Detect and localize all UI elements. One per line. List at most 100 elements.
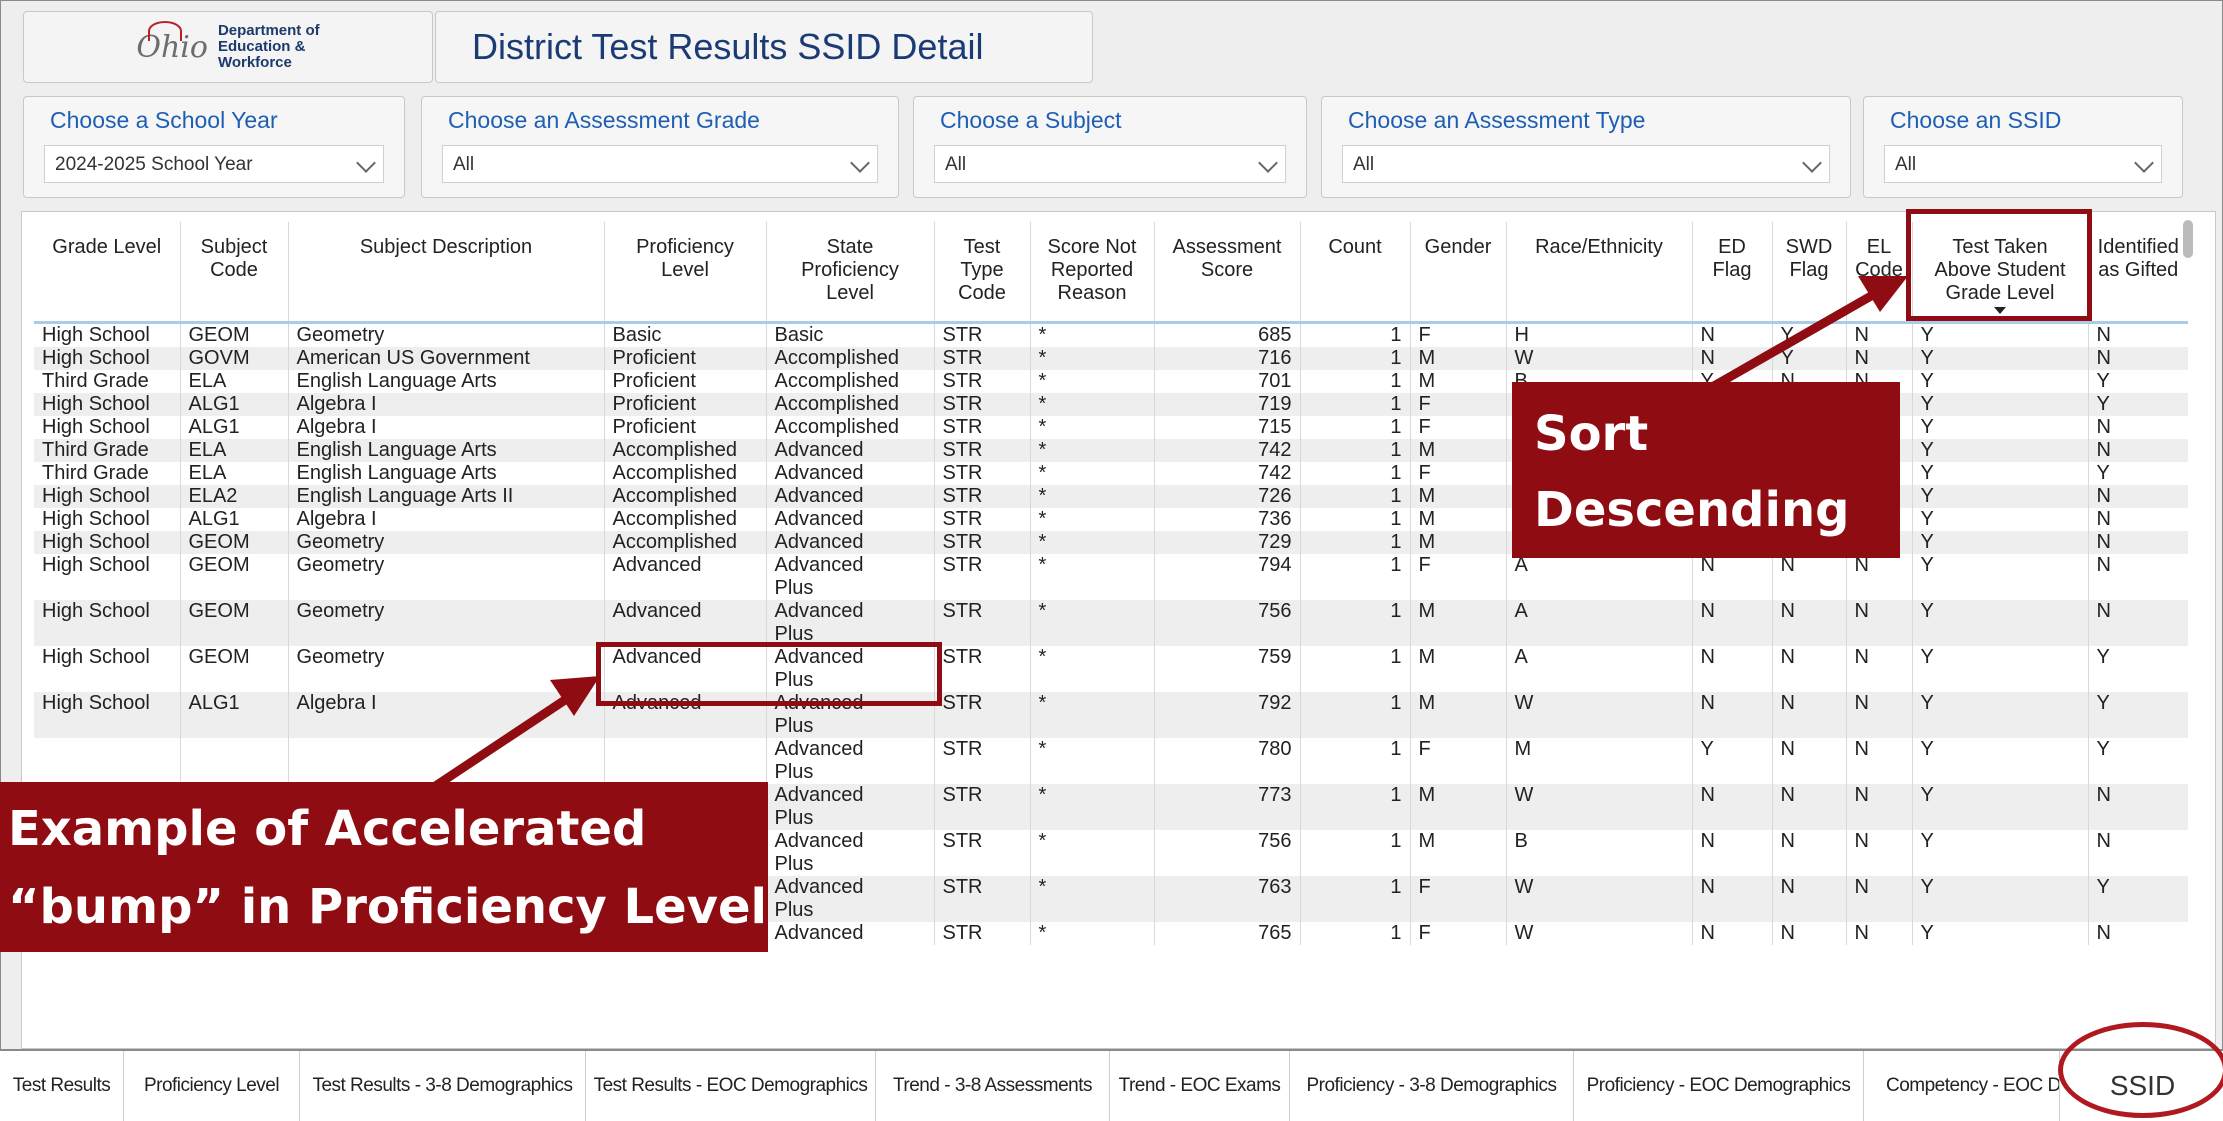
cell-grade-level: High School bbox=[42, 323, 150, 346]
cell-subject-description: Geometry bbox=[287, 553, 604, 600]
cell-state-proficiency-level: Advanced bbox=[765, 507, 934, 531]
tab-trend-eoc-exams[interactable]: Trend - EOC Exams bbox=[1110, 1051, 1290, 1121]
column-header-state-proficiency-level[interactable]: State Proficiency Level bbox=[765, 222, 934, 324]
column-header-assessment-score[interactable]: Assessment Score bbox=[1153, 222, 1300, 324]
cell-subject-code: ALG1 bbox=[179, 507, 288, 531]
cell-count: 1 bbox=[1299, 645, 1410, 692]
chevron-down-icon bbox=[1802, 153, 1822, 173]
cell-assessment-score: 794 bbox=[1153, 553, 1300, 600]
table-row[interactable]: High School GEOM Geometry Advanced Advanced … bbox=[34, 599, 2188, 646]
cell-test-type-code: STR bbox=[933, 553, 1030, 600]
chevron-down-icon bbox=[356, 153, 376, 173]
cell-subject-code: GEOM bbox=[179, 322, 288, 347]
cell-race-ethnicity: W bbox=[1505, 875, 1692, 922]
ssid-dropdown[interactable]: All bbox=[1884, 145, 2162, 183]
cell-ed-flag: N bbox=[1691, 322, 1772, 347]
cell-test-taken-above-grade: Y bbox=[1911, 645, 2088, 692]
table-row[interactable]: High School GEOM Geometry Advanced Advanced … bbox=[34, 645, 2188, 692]
cell-swd-flag: N bbox=[1771, 599, 1846, 646]
cell-assessment-score: 729 bbox=[1153, 530, 1300, 554]
column-header-ed-flag[interactable]: ED Flag bbox=[1691, 222, 1772, 324]
school-year-dropdown[interactable]: 2024-2025 School Year bbox=[44, 145, 384, 183]
column-header-label: State Proficiency Level bbox=[801, 236, 899, 304]
cell-score-not-reported-reason: * bbox=[1029, 392, 1154, 416]
column-header-label: Score Not Reported Reason bbox=[1047, 236, 1137, 304]
cell-gender: M bbox=[1409, 484, 1506, 508]
cell-subject-code: GEOM bbox=[179, 530, 288, 554]
cell-test-taken-above-grade: Y bbox=[1911, 599, 2088, 646]
cell-proficiency-level: Proficient bbox=[603, 415, 766, 439]
column-header-proficiency-level[interactable]: Proficiency Level bbox=[603, 222, 766, 324]
assessment-type-filter-label: Choose an Assessment Type bbox=[1348, 107, 1646, 133]
cell-ed-flag: N bbox=[1691, 645, 1772, 692]
table-row[interactable]: Advanced Plus STR * 780 1 F M Y N N Y Y bbox=[34, 737, 2188, 784]
column-header-gender[interactable]: Gender bbox=[1409, 222, 1506, 324]
cell-el-code: N bbox=[1845, 346, 1912, 370]
cell-gender: M bbox=[1409, 691, 1506, 738]
column-header-el-code[interactable]: EL Code bbox=[1845, 222, 1912, 324]
cell-subject-description: Geometry bbox=[287, 599, 604, 646]
cell-el-code: N bbox=[1845, 645, 1912, 692]
tab-trend-3-8-assessments[interactable]: Trend - 3-8 Assessments bbox=[876, 1051, 1110, 1121]
school-year-value: 2024-2025 School Year bbox=[55, 154, 253, 175]
cell-identified-as-gifted: N bbox=[2087, 322, 2188, 347]
tab-test-results-3-8-demographics[interactable]: Test Results - 3-8 Demographics bbox=[300, 1051, 586, 1121]
subject-dropdown[interactable]: All bbox=[934, 145, 1286, 183]
cell-gender: M bbox=[1409, 369, 1506, 393]
cell-identified-as-gifted: Y bbox=[2087, 392, 2188, 416]
cell-test-taken-above-grade: Y bbox=[1911, 691, 2088, 738]
column-header-test-type-code[interactable]: Test Type Code bbox=[933, 222, 1030, 324]
column-header-race-ethnicity[interactable]: Race/Ethnicity bbox=[1505, 222, 1692, 324]
cell-grade-level: High School bbox=[34, 691, 180, 738]
tab-competency-eoc-demographics[interactable]: Competency - EOC Demographics bbox=[1864, 1051, 2060, 1121]
column-header-grade-level[interactable]: Grade Level bbox=[34, 222, 180, 324]
column-header-swd-flag[interactable]: SWD Flag bbox=[1771, 222, 1846, 324]
cell-score-not-reported-reason: * bbox=[1029, 691, 1154, 738]
cell-state-proficiency-level: Advanced bbox=[765, 921, 934, 945]
cell-grade-level: High School bbox=[34, 346, 180, 370]
tab-proficiency-level[interactable]: Proficiency Level bbox=[124, 1051, 300, 1121]
cell-subject-code: GEOM bbox=[179, 645, 288, 692]
column-header-subject-description[interactable]: Subject Description bbox=[287, 222, 604, 324]
cell-count: 1 bbox=[1299, 921, 1410, 945]
tab-test-results[interactable]: Test Results bbox=[0, 1051, 124, 1121]
tab-test-results-eoc-demographics[interactable]: Test Results - EOC Demographics bbox=[586, 1051, 876, 1121]
cell-test-type-code: STR bbox=[933, 484, 1030, 508]
cell-count: 1 bbox=[1299, 553, 1410, 600]
cell-identified-as-gifted: Y bbox=[2087, 461, 2188, 485]
tab-proficiency-3-8-demographics[interactable]: Proficiency - 3-8 Demographics bbox=[1290, 1051, 1574, 1121]
table-scrollbar[interactable] bbox=[2183, 220, 2193, 258]
cell-score-not-reported-reason: * bbox=[1029, 322, 1154, 347]
cell-test-taken-above-grade: Y bbox=[1911, 484, 2088, 508]
cell-race-ethnicity: M bbox=[1505, 737, 1692, 784]
cell-state-proficiency-level: Basic bbox=[765, 322, 934, 347]
column-header-score-not-reported-reason[interactable]: Score Not Reported Reason bbox=[1029, 222, 1154, 324]
cell-score-not-reported-reason: * bbox=[1029, 783, 1154, 830]
cell-swd-flag: N bbox=[1771, 783, 1846, 830]
cell-subject-code: ELA bbox=[179, 369, 288, 393]
table-row[interactable]: High School GEOM Geometry Basic Basic STR * 685… bbox=[34, 322, 2188, 347]
cell-proficiency-level: Advanced bbox=[603, 553, 766, 600]
cell-state-proficiency-level: Advanced Plus bbox=[765, 875, 934, 922]
table-row[interactable]: High School ALG1 Algebra I Advanced Advanced… bbox=[34, 691, 2188, 738]
cell-test-taken-above-grade: Y bbox=[1911, 829, 2088, 876]
cell-subject-code: GEOM bbox=[179, 599, 288, 646]
table-row[interactable]: High School GEOM Geometry Advanced Advanced … bbox=[34, 553, 2188, 600]
cell-race-ethnicity: W bbox=[1505, 346, 1692, 370]
cell-score-not-reported-reason: * bbox=[1029, 369, 1154, 393]
table-row[interactable]: High School GOVM American US Government Pro… bbox=[34, 346, 2188, 370]
column-header-label: Gender bbox=[1424, 236, 1492, 258]
cell-state-proficiency-level: Advanced Plus bbox=[765, 599, 934, 646]
assessment-grade-dropdown[interactable]: All bbox=[442, 145, 878, 183]
cell-proficiency-level bbox=[603, 737, 766, 784]
cell-el-code: N bbox=[1845, 737, 1912, 784]
tab-proficiency-eoc-demographics[interactable]: Proficiency - EOC Demographics bbox=[1574, 1051, 1864, 1121]
column-header-count[interactable]: Count bbox=[1299, 222, 1410, 324]
column-header-subject-code[interactable]: Subject Code bbox=[179, 222, 288, 324]
assessment-type-dropdown[interactable]: All bbox=[1342, 145, 1830, 183]
school-year-filter-label: Choose a School Year bbox=[50, 107, 278, 133]
column-header-identified-as-gifted[interactable]: Identified as Gifted bbox=[2087, 222, 2188, 324]
cell-subject-code: ALG1 bbox=[179, 415, 288, 439]
cell-test-taken-above-grade: Y bbox=[1911, 783, 2088, 830]
cell-swd-flag: N bbox=[1771, 737, 1846, 784]
